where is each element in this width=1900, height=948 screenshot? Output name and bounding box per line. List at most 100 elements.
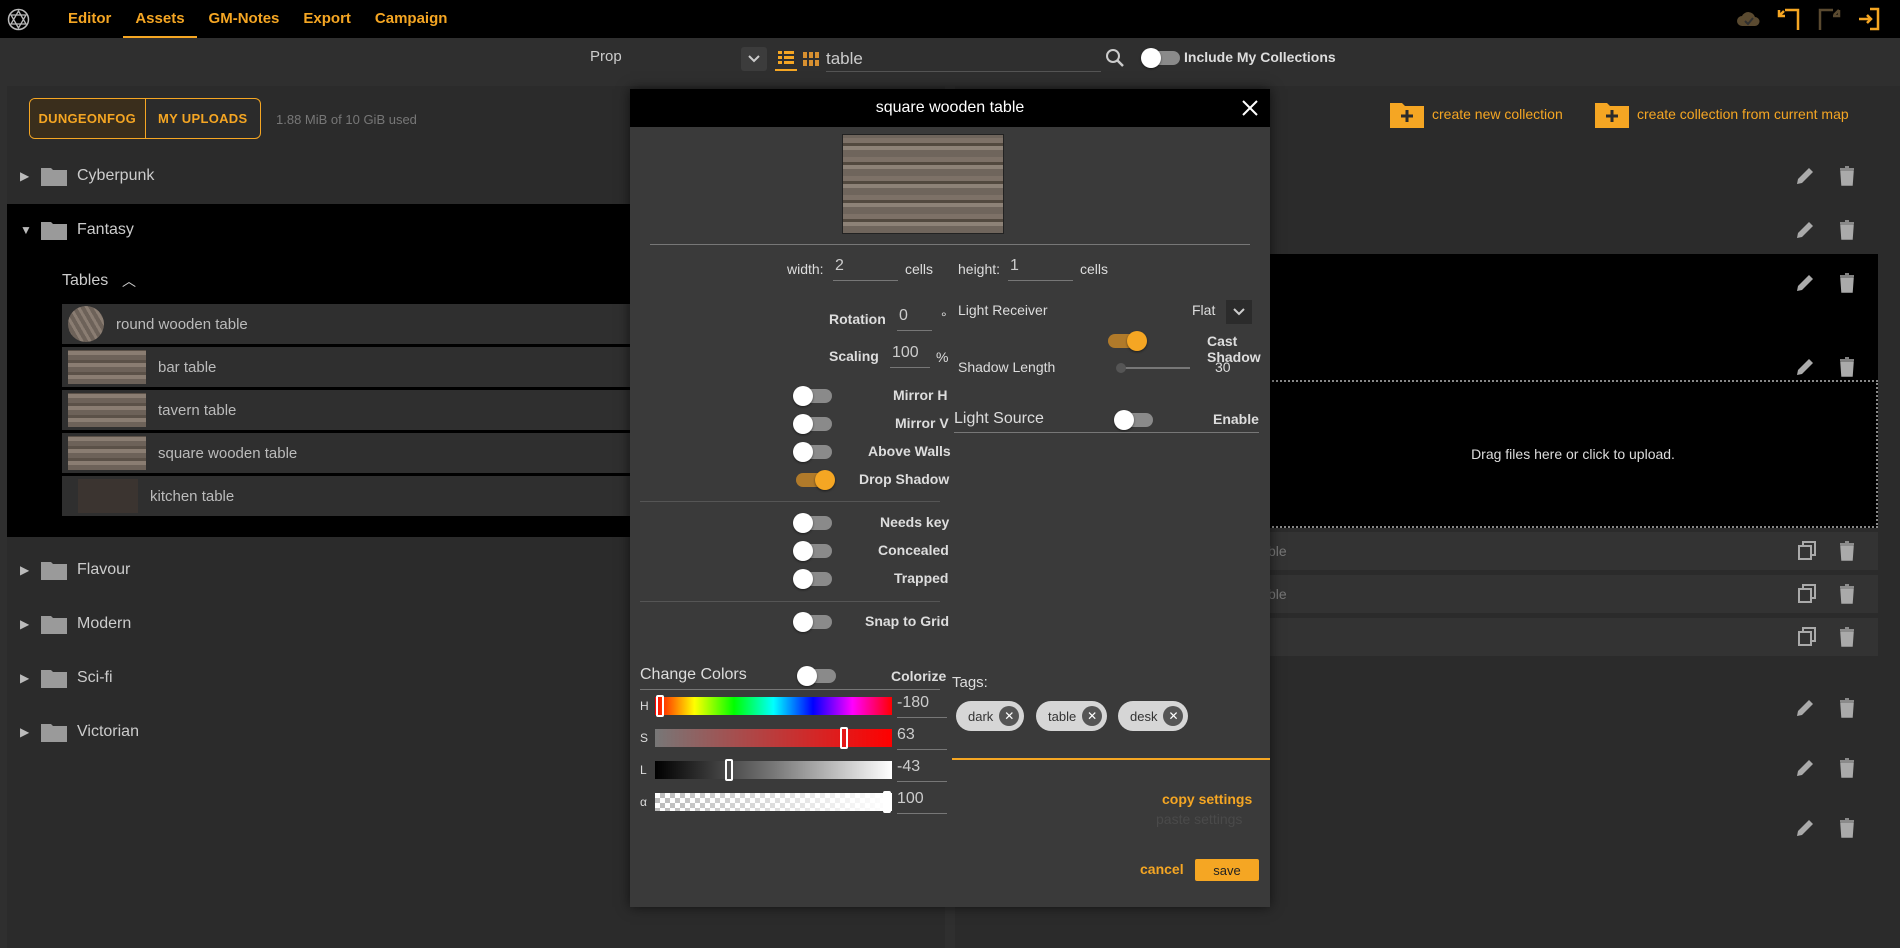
remove-tag-icon[interactable]: ✕	[999, 706, 1020, 726]
trash-icon[interactable]	[1836, 272, 1858, 294]
row-actions	[1796, 540, 1858, 562]
needs-key-toggle[interactable]	[793, 513, 832, 533]
edit-icon[interactable]	[1794, 757, 1816, 779]
cancel-button[interactable]: cancel	[1140, 861, 1184, 877]
collection-asset-row[interactable]: ble	[1268, 532, 1878, 570]
remove-tag-icon[interactable]: ✕	[1163, 706, 1184, 726]
tab-my-uploads[interactable]: MY UPLOADS	[146, 99, 261, 138]
rotation-input[interactable]: 0	[897, 307, 932, 331]
menu-assets[interactable]: Assets	[123, 0, 197, 38]
trash-icon[interactable]	[1836, 817, 1858, 839]
divider	[954, 432, 1259, 433]
copy-icon[interactable]	[1796, 583, 1818, 605]
mirror-h-toggle[interactable]	[793, 386, 832, 406]
scaling-label: Scaling	[829, 348, 879, 364]
hue-value[interactable]: -180	[897, 694, 947, 718]
trapped-toggle[interactable]	[793, 569, 832, 589]
drop-shadow-toggle[interactable]	[796, 470, 835, 490]
tab-dungeonfog[interactable]: DUNGEONFOG	[30, 99, 146, 138]
height-input[interactable]: 1	[1008, 257, 1073, 281]
menu-gm-notes[interactable]: GM-Notes	[197, 0, 292, 38]
trash-icon[interactable]	[1836, 626, 1858, 648]
light-receiver-value: Flat	[1192, 302, 1216, 318]
snap-to-grid-label: Snap to Grid	[865, 613, 949, 629]
dungeonfog-logo-icon[interactable]	[6, 7, 31, 32]
create-collection-button[interactable]: create new collection	[1390, 100, 1563, 128]
redo-icon[interactable]	[1814, 5, 1844, 33]
trash-icon[interactable]	[1836, 165, 1858, 187]
alpha-slider-handle[interactable]	[883, 791, 891, 813]
close-icon[interactable]	[1238, 96, 1262, 120]
cast-shadow-toggle[interactable]	[1108, 331, 1147, 351]
shadow-length-slider[interactable]	[1120, 367, 1190, 369]
edit-icon[interactable]	[1794, 219, 1816, 241]
trash-icon[interactable]	[1836, 583, 1858, 605]
snap-to-grid-toggle[interactable]	[793, 612, 832, 632]
asset-name: square wooden table	[158, 444, 298, 462]
concealed-toggle[interactable]	[793, 541, 832, 561]
copy-settings-link[interactable]: copy settings	[1162, 791, 1252, 807]
tag-chip[interactable]: desk ✕	[1118, 701, 1189, 731]
menu-export[interactable]: Export	[291, 0, 363, 38]
asset-type-dropdown[interactable]	[741, 47, 767, 71]
trash-icon[interactable]	[1836, 757, 1858, 779]
concealed-label: Concealed	[878, 542, 949, 558]
include-collections-toggle[interactable]	[1141, 48, 1180, 68]
mirror-v-toggle[interactable]	[793, 414, 832, 434]
tag-chip[interactable]: dark ✕	[956, 701, 1025, 731]
light-receiver-dropdown[interactable]	[1226, 300, 1252, 324]
trash-icon[interactable]	[1836, 540, 1858, 562]
alpha-value[interactable]: 100	[897, 790, 947, 814]
saturation-value[interactable]: 63	[897, 726, 947, 750]
edit-icon[interactable]	[1794, 165, 1816, 187]
trash-icon[interactable]	[1836, 219, 1858, 241]
edit-icon[interactable]	[1794, 356, 1816, 378]
shadow-length-slider-handle[interactable]	[1116, 363, 1126, 373]
width-input[interactable]: 2	[833, 257, 898, 281]
folder-name: Flavour	[77, 561, 131, 578]
alpha-slider[interactable]	[655, 793, 892, 811]
edit-icon[interactable]	[1794, 697, 1816, 719]
change-colors-toggle[interactable]	[797, 666, 836, 686]
paste-settings-link[interactable]: paste settings	[1156, 811, 1242, 827]
lightness-value[interactable]: -43	[897, 758, 947, 782]
asset-search-input[interactable]	[826, 46, 1101, 72]
hue-slider-handle[interactable]	[656, 695, 664, 717]
light-source-toggle[interactable]	[1114, 410, 1153, 430]
save-button[interactable]: save	[1195, 859, 1259, 881]
menu-campaign[interactable]: Campaign	[363, 0, 460, 38]
logout-icon[interactable]	[1854, 5, 1884, 33]
width-label: width:	[787, 261, 824, 277]
saturation-slider[interactable]	[655, 729, 892, 747]
tags-input-underline[interactable]	[952, 758, 1270, 760]
menu-editor[interactable]: Editor	[56, 0, 123, 38]
edit-icon[interactable]	[1794, 272, 1816, 294]
remove-tag-icon[interactable]: ✕	[1082, 706, 1103, 726]
grid-view-icon[interactable]	[800, 47, 822, 71]
hue-slider[interactable]	[655, 697, 892, 715]
collection-asset-row[interactable]: ble	[1268, 575, 1878, 613]
scaling-input[interactable]: 100	[890, 344, 930, 368]
upload-dropzone[interactable]: Drag files here or click to upload.	[1268, 380, 1878, 528]
create-from-map-button[interactable]: create collection from current map	[1595, 100, 1849, 128]
cloud-sync-icon[interactable]	[1734, 5, 1764, 33]
undo-icon[interactable]	[1774, 5, 1804, 33]
subfolder-tables[interactable]: Tables	[62, 272, 108, 290]
tag-label: table	[1048, 708, 1077, 724]
trash-icon[interactable]	[1836, 356, 1858, 378]
tag-chip[interactable]: table ✕	[1036, 701, 1108, 731]
copy-icon[interactable]	[1796, 540, 1818, 562]
above-walls-toggle[interactable]	[793, 442, 832, 462]
trash-icon[interactable]	[1836, 697, 1858, 719]
chevron-up-icon[interactable]: ︿	[122, 271, 136, 291]
lightness-slider-handle[interactable]	[725, 759, 733, 781]
copy-icon[interactable]	[1796, 626, 1818, 648]
search-icon[interactable]	[1104, 47, 1126, 69]
list-view-icon[interactable]	[775, 47, 797, 71]
light-receiver-label: Light Receiver	[958, 302, 1048, 318]
asset-properties-dialog: square wooden table width: 2 cells heigh…	[630, 89, 1270, 907]
collection-asset-row[interactable]	[1268, 618, 1878, 656]
lightness-slider[interactable]	[655, 761, 892, 779]
edit-icon[interactable]	[1794, 817, 1816, 839]
saturation-slider-handle[interactable]	[840, 727, 848, 749]
